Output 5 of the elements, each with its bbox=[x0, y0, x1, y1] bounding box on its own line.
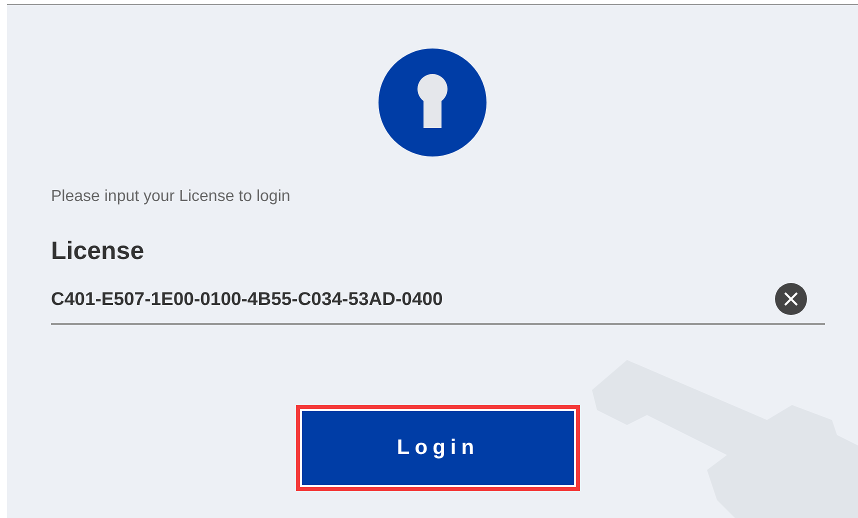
license-label: License bbox=[51, 236, 146, 267]
login-prompt: Please input your License to login bbox=[51, 187, 292, 207]
clear-icon[interactable] bbox=[775, 282, 807, 314]
keyhole-icon bbox=[378, 48, 487, 157]
license-input[interactable]: C401-E507-1E00-0100-4B55-C034-53AD-0400 bbox=[51, 284, 775, 312]
